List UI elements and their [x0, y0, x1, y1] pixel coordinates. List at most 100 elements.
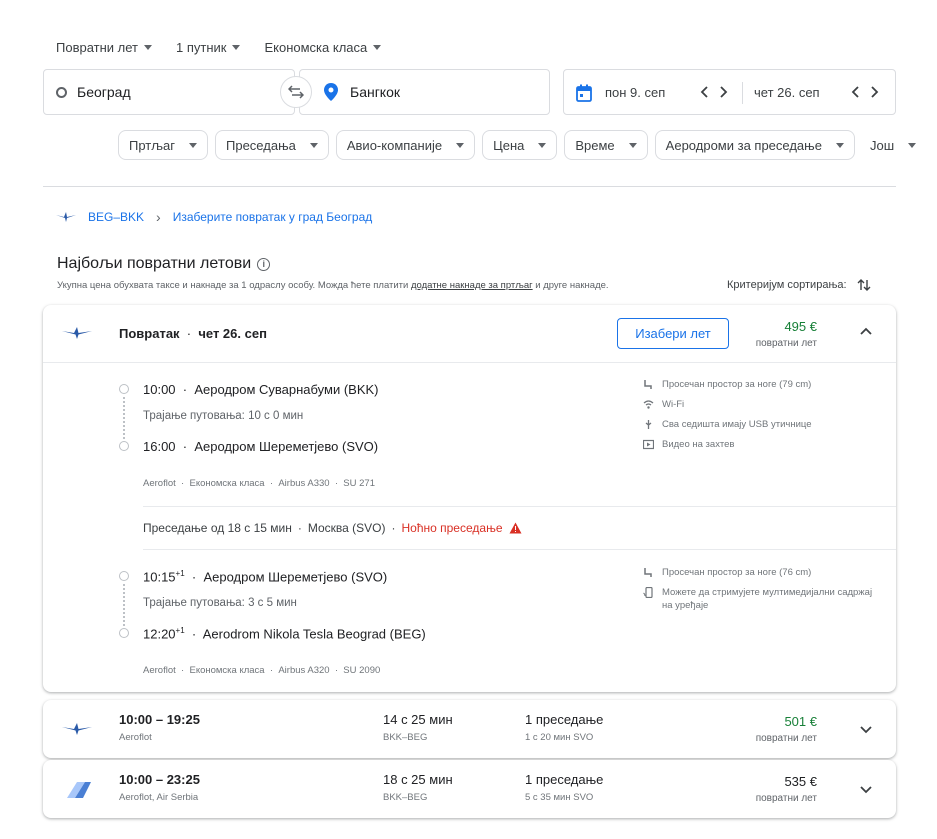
arr-time: 16:00	[143, 439, 176, 454]
seat-icon	[644, 568, 652, 577]
cabin-label: Економска класа	[264, 40, 368, 55]
card-header[interactable]: Повратак · чет 26. сеп Изабери лет 495 €…	[43, 305, 896, 363]
price-label: повратни лет	[755, 793, 817, 804]
segment-meta: Aeroflot · Економска класа · Airbus A330…	[143, 478, 375, 489]
chip-connecting-airports[interactable]: Аеродроми за преседање	[654, 130, 855, 160]
trip-options-bar: Повратни лет 1 путник Економска класа	[56, 40, 382, 55]
segment-departure: 10:15+1 · Аеродром Шереметјево (SVO)	[143, 569, 388, 585]
arr-airport: Аеродром Шереметјево (SVO)	[194, 439, 379, 454]
divider	[43, 186, 896, 187]
date-field[interactable]: пон 9. сеп чет 26. сеп	[563, 69, 896, 115]
flight-stop-detail: 5 с 35 мин SVO	[525, 792, 594, 803]
section-title: Најбољи повратни летови i	[57, 255, 271, 273]
timeline-dotted-line	[123, 397, 125, 439]
flight-stop-detail: 1 с 20 мин SVO	[525, 732, 594, 743]
timeline-dotted-line	[123, 584, 125, 626]
chip-label: Цена	[493, 137, 525, 153]
segment-duration: Трајање путовања: 10 с 0 мин	[143, 410, 304, 422]
segment-arrival: 16:00 · Аеродром Шереметјево (SVO)	[143, 439, 379, 454]
flight-result-row[interactable]: 10:00 – 19:25 Aeroflot 14 с 25 мин BKK–B…	[43, 700, 896, 758]
sort-control[interactable]: Критеријум сортирања:	[727, 278, 871, 292]
wifi-icon	[643, 400, 654, 409]
origin-field[interactable]: Београд	[43, 69, 295, 115]
passengers-select[interactable]: 1 путник	[176, 40, 241, 55]
chip-label: Преседања	[226, 137, 296, 153]
usb-icon	[645, 420, 652, 429]
depart-date[interactable]: пон 9. сеп	[605, 85, 665, 100]
flight-duration: 18 с 25 мин	[383, 772, 453, 787]
chevron-right-icon[interactable]	[869, 84, 881, 100]
dot-separator: ·	[391, 521, 396, 535]
price-block: 495 € повратни лет	[743, 319, 817, 349]
chevron-right-icon[interactable]	[718, 84, 730, 100]
chip-airlines[interactable]: Авио-компаније	[335, 130, 476, 160]
section-title-text: Најбољи повратни летови	[57, 255, 252, 272]
chip-stops[interactable]: Преседања	[215, 130, 329, 160]
multi-airline-logo-icon	[67, 782, 91, 798]
origin-circle-icon	[56, 86, 67, 98]
dep-airport: Аеродром Шереметјево (SVO)	[203, 569, 388, 585]
filter-chips: Пртљаг Преседања Авио-компаније Цена Вре…	[118, 130, 927, 160]
amenity-text: Видео на захтев	[662, 439, 735, 450]
swap-button[interactable]	[280, 76, 312, 108]
meta-flight-number: SU 2090	[343, 665, 381, 676]
caret-down-icon	[232, 45, 241, 50]
amenity-video: Видео на захтев	[643, 438, 734, 451]
return-title: Повратак · чет 26. сеп	[119, 326, 267, 341]
cabin-select[interactable]: Економска класа	[264, 40, 382, 55]
chevron-left-icon[interactable]	[849, 84, 861, 100]
video-icon	[643, 439, 654, 450]
chevron-up-icon[interactable]	[859, 325, 873, 339]
baggage-fees-link[interactable]: додатне накнаде за пртљаг	[411, 280, 533, 291]
amenity-text: Просечан простор за ноге (76 cm)	[662, 567, 812, 578]
breadcrumb-route[interactable]: BEG–BKK	[88, 210, 144, 224]
chevron-left-icon[interactable]	[698, 84, 710, 100]
chip-price[interactable]: Цена	[482, 130, 558, 160]
price-label: повратни лет	[755, 338, 817, 349]
meta-aircraft: Airbus A320	[278, 665, 330, 676]
layover-divider-top	[143, 506, 896, 507]
flight-airline: Aeroflot	[119, 732, 152, 743]
chip-label: Авио-компаније	[346, 137, 443, 153]
trip-type-select[interactable]: Повратни лет	[56, 40, 152, 55]
flight-route: BKK–BEG	[383, 792, 428, 803]
meta-aircraft: Airbus A330	[278, 478, 330, 489]
arr-airport: Aerodrom Nikola Tesla Beograd (BEG)	[202, 626, 426, 642]
timeline-dot	[119, 441, 129, 451]
flight-stops: 1 преседање	[525, 712, 604, 727]
timeline-dot	[119, 571, 129, 581]
caret-down-icon	[908, 142, 917, 148]
disclaimer-text-pre: Укупна цена обухвата таксе и накнаде за …	[57, 280, 411, 291]
aeroflot-logo-icon	[62, 327, 92, 339]
flight-times: 10:00 – 23:25	[119, 772, 200, 787]
select-flight-button[interactable]: Изабери лет	[617, 318, 729, 349]
aeroflot-logo-icon	[62, 723, 92, 735]
amenity-text: Просечан простор за ноге (79 cm)	[662, 379, 812, 390]
chip-more[interactable]: Још	[861, 130, 927, 160]
chevron-down-icon[interactable]	[859, 782, 873, 796]
amenity-streaming: Можете да стримујете мултимедијални садр…	[643, 586, 873, 612]
amenity-text: Можете да стримујете мултимедијални садр…	[662, 587, 873, 611]
caret-down-icon	[456, 142, 465, 148]
flight-route: BKK–BEG	[383, 732, 428, 743]
stream-media-icon	[643, 587, 653, 598]
layover-duration: Преседање од 18 с 15 мин	[143, 521, 292, 535]
chevron-down-icon[interactable]	[859, 722, 873, 736]
dep-airport: Аеродром Суварнабуми (BKK)	[194, 382, 379, 397]
caret-down-icon	[538, 142, 547, 148]
dep-time: 10:00	[143, 382, 176, 397]
return-date[interactable]: чет 26. сеп	[754, 85, 820, 100]
destination-field[interactable]: Бангкок	[299, 69, 550, 115]
info-icon[interactable]: i	[257, 257, 271, 271]
price-value: 501 €	[784, 714, 817, 729]
flight-stops: 1 преседање	[525, 772, 604, 787]
chip-time[interactable]: Време	[564, 130, 648, 160]
chip-label: Аеродроми за преседање	[665, 137, 822, 153]
breadcrumb: BEG–BKK › Изаберите повратак у град Беог…	[56, 209, 372, 225]
chip-label: Пртљаг	[129, 137, 175, 153]
flight-result-row[interactable]: 10:00 – 23:25 Aeroflot, Air Serbia 18 с …	[43, 760, 896, 818]
chip-baggage[interactable]: Пртљаг	[118, 130, 208, 160]
day-offset: +1	[175, 626, 185, 635]
layover-city: Москва (SVO)	[307, 521, 386, 535]
amenity-legroom: Просечан простор за ноге (76 cm)	[643, 566, 811, 579]
